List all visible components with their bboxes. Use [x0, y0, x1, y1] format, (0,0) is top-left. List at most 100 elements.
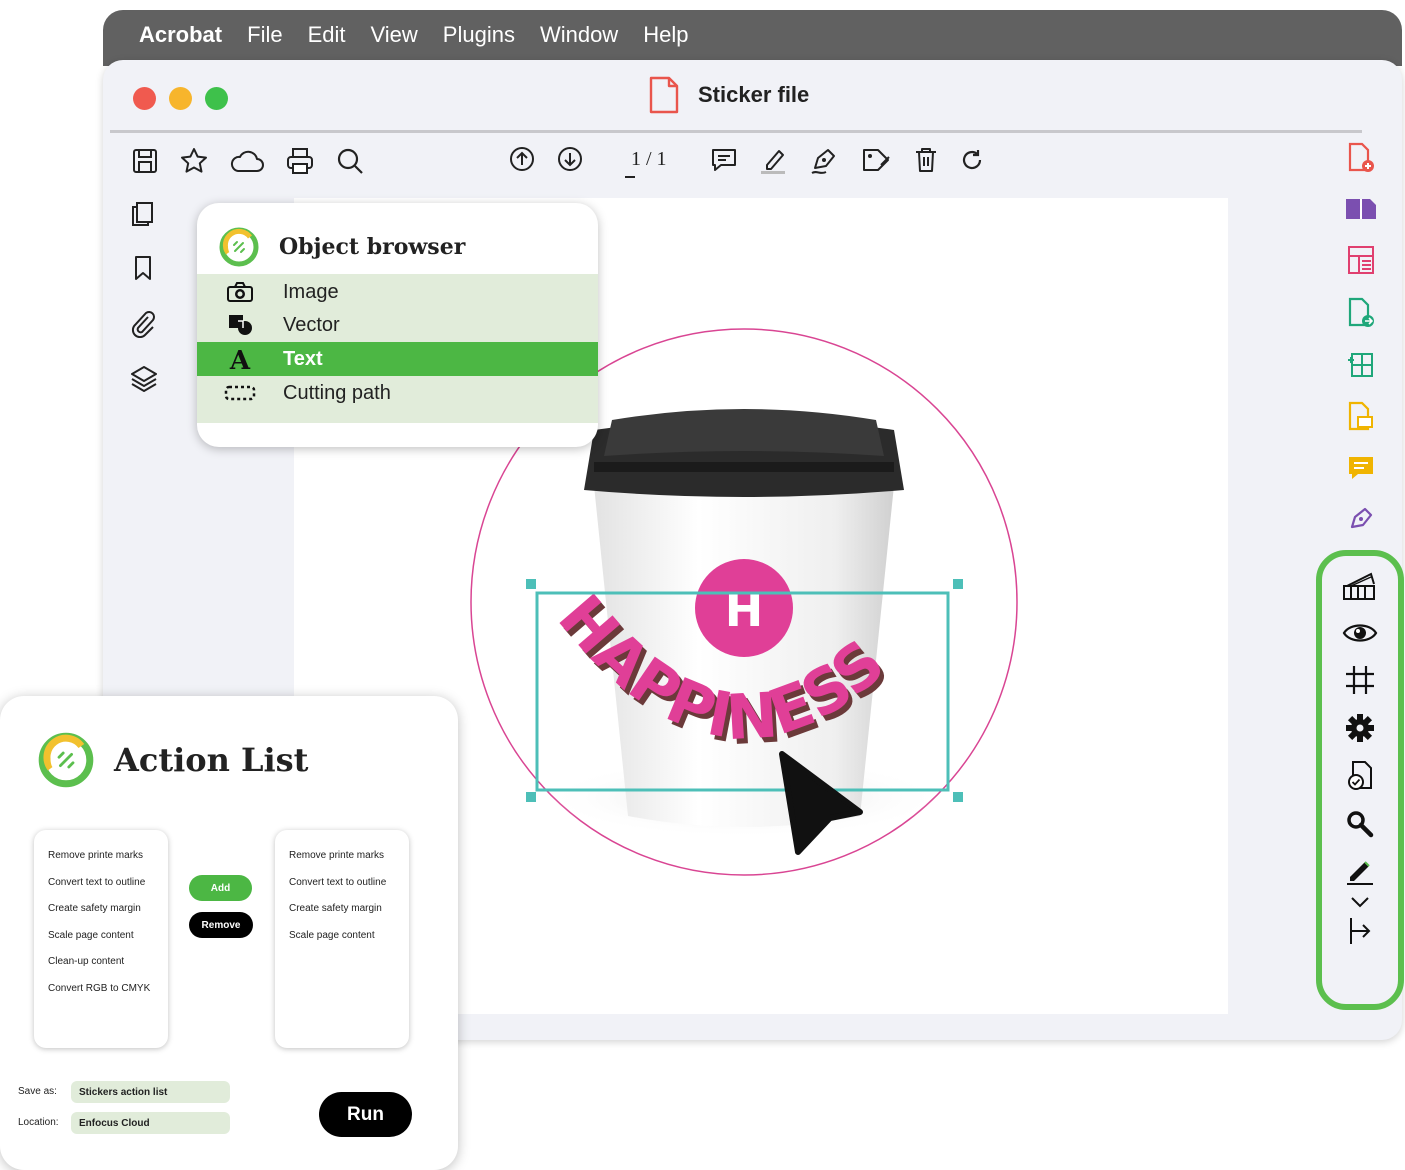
- create-pdf-icon[interactable]: [1346, 142, 1376, 174]
- menu-bar: Acrobat File Edit View Plugins Window He…: [103, 10, 1402, 66]
- minimize-window-button[interactable]: [169, 87, 192, 110]
- edit-pdf-icon[interactable]: [1346, 350, 1376, 380]
- object-type-cutting-path[interactable]: Cutting path: [197, 376, 598, 410]
- enfocus-logo-icon: [38, 732, 94, 788]
- organize-pages-icon[interactable]: [1346, 244, 1376, 276]
- next-page-icon[interactable]: [557, 146, 583, 172]
- list-item[interactable]: Create safety margin: [289, 903, 409, 930]
- edit-pencil-icon[interactable]: [1345, 856, 1375, 886]
- list-item[interactable]: Convert text to outline: [48, 877, 168, 904]
- export-pdf-icon[interactable]: [1346, 297, 1376, 329]
- grid-crop-icon[interactable]: [1344, 664, 1376, 696]
- page-counter[interactable]: 1 / 1: [625, 148, 673, 178]
- combine-files-icon[interactable]: [1344, 195, 1378, 223]
- object-type-list: Image Vector A Text Cutting path: [197, 274, 598, 423]
- window-controls: [133, 87, 228, 110]
- comment-tool-icon[interactable]: [1346, 454, 1376, 482]
- magnify-tool-icon[interactable]: [1345, 809, 1375, 839]
- object-type-vector[interactable]: Vector: [197, 308, 598, 342]
- menu-file[interactable]: File: [247, 22, 282, 48]
- svg-text:A: A: [229, 346, 251, 372]
- close-window-button[interactable]: [133, 87, 156, 110]
- fill-sign-icon[interactable]: [1346, 401, 1376, 433]
- action-list-title: Action List: [114, 741, 309, 779]
- text-icon: A: [229, 346, 251, 372]
- window-titlebar: Sticker file: [648, 76, 809, 114]
- search-icon[interactable]: [335, 146, 365, 176]
- object-type-label: Vector: [283, 313, 340, 336]
- selection-handle[interactable]: [526, 579, 536, 589]
- selection-handle[interactable]: [526, 792, 536, 802]
- pen-sign-icon[interactable]: [809, 144, 841, 176]
- selection-handle[interactable]: [953, 579, 963, 589]
- list-item[interactable]: Scale page content: [289, 930, 409, 957]
- list-item[interactable]: Scale page content: [48, 930, 168, 957]
- menu-app-name[interactable]: Acrobat: [139, 22, 222, 48]
- cutting-path-icon: [224, 385, 256, 401]
- object-type-text[interactable]: A Text: [197, 342, 598, 376]
- menu-help[interactable]: Help: [643, 22, 688, 48]
- list-item[interactable]: Remove printe marks: [289, 850, 409, 877]
- print-icon[interactable]: [285, 146, 315, 176]
- object-browser-title: Object browser: [279, 233, 466, 260]
- delete-icon[interactable]: [913, 146, 939, 174]
- plugin-toolbox: [1316, 550, 1404, 1010]
- menu-plugins[interactable]: Plugins: [443, 22, 515, 48]
- run-button[interactable]: Run: [319, 1092, 412, 1137]
- file-toolbar: [131, 146, 365, 176]
- page-nav-toolbar: 1 / 1: [509, 146, 673, 178]
- object-browser-panel: Object browser Image Vector A Text Cutti…: [197, 203, 598, 447]
- save-icon[interactable]: [131, 147, 159, 175]
- comment-icon[interactable]: [709, 145, 739, 175]
- object-type-label: Cutting path: [283, 381, 391, 404]
- list-item[interactable]: Convert text to outline: [289, 877, 409, 904]
- rotate-icon[interactable]: [959, 147, 985, 173]
- cloud-icon[interactable]: [229, 147, 265, 175]
- zoom-window-button[interactable]: [205, 87, 228, 110]
- right-tools-sidebar: [1341, 142, 1381, 533]
- pdf-file-icon: [649, 76, 679, 114]
- layers-icon[interactable]: [129, 364, 159, 394]
- menu-edit[interactable]: Edit: [308, 22, 346, 48]
- list-item[interactable]: Remove printe marks: [48, 850, 168, 877]
- star-icon[interactable]: [179, 146, 209, 176]
- collapse-panel-icon[interactable]: [1347, 916, 1373, 946]
- object-type-image[interactable]: Image: [197, 274, 598, 308]
- prev-page-icon[interactable]: [509, 146, 535, 172]
- save-as-label: Save as:: [18, 1086, 57, 1097]
- stamp-tag-icon[interactable]: [861, 145, 893, 175]
- badge-letter: H: [725, 583, 764, 637]
- object-type-label: Image: [283, 280, 339, 303]
- action-list-panel: Action List Remove printe marks Convert …: [0, 696, 458, 1170]
- pages-icon[interactable]: [129, 200, 157, 228]
- preview-eye-icon[interactable]: [1342, 619, 1378, 647]
- gear-icon[interactable]: [1345, 713, 1375, 743]
- selection-handle[interactable]: [953, 792, 963, 802]
- shapes-icon: [229, 315, 252, 335]
- camera-icon: [227, 282, 253, 302]
- attachment-icon[interactable]: [129, 308, 157, 338]
- chevron-down-icon[interactable]: [1349, 895, 1371, 909]
- menu-window[interactable]: Window: [540, 22, 618, 48]
- menu-view[interactable]: View: [371, 22, 418, 48]
- location-field[interactable]: Enfocus Cloud: [71, 1112, 230, 1134]
- list-item[interactable]: Convert RGB to CMYK: [48, 983, 168, 1010]
- highlight-icon[interactable]: [759, 145, 789, 175]
- list-item[interactable]: Create safety margin: [48, 903, 168, 930]
- object-type-label: Text: [283, 347, 323, 370]
- left-sidebar: [129, 200, 159, 394]
- request-signature-icon[interactable]: [1346, 503, 1376, 533]
- enfocus-logo-icon: [219, 227, 259, 266]
- titlebar-divider: [110, 130, 1362, 133]
- preflight-check-icon[interactable]: [1345, 760, 1375, 792]
- annotation-toolbar: [709, 144, 985, 176]
- list-item[interactable]: Clean-up content: [48, 956, 168, 983]
- bookmark-icon[interactable]: [129, 254, 157, 282]
- location-label: Location:: [18, 1117, 59, 1128]
- selected-actions-list: Remove printe marks Convert text to outl…: [275, 830, 409, 1048]
- remove-button[interactable]: Remove: [189, 912, 253, 938]
- swatch-fan-icon[interactable]: [1341, 570, 1379, 602]
- available-actions-list: Remove printe marks Convert text to outl…: [34, 830, 168, 1048]
- add-button[interactable]: Add: [189, 875, 252, 901]
- save-as-field[interactable]: Stickers action list: [71, 1081, 230, 1103]
